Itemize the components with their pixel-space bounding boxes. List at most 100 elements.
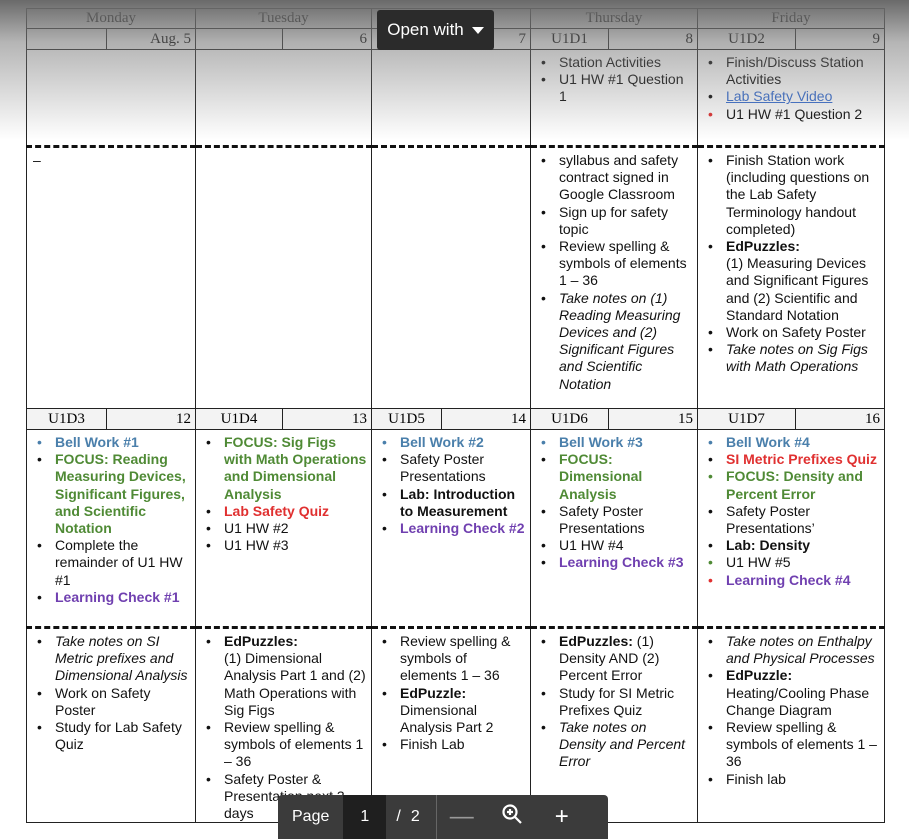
item-text: FOCUS: Dimensional Analysis (559, 451, 643, 502)
open-with-button[interactable]: Open with (377, 10, 494, 50)
unit-day-code: U1D1 (531, 29, 609, 49)
bullet-icon: • (37, 684, 42, 701)
day-cell: • Station Activities • U1 HW #1 Question 1 (530, 49, 698, 148)
list-item: • Complete the remainder of U1 HW #1 (33, 537, 191, 589)
list-item: • Take notes on Sig Figs with Math Operat… (704, 341, 880, 375)
list-item: • Work on Safety Poster (704, 324, 880, 341)
date-number: 8 (685, 31, 694, 47)
item-text: Learning Check #2 (400, 520, 525, 537)
page-number-input[interactable]: 1 (343, 795, 387, 839)
item-link[interactable]: Lab Safety Video (726, 88, 832, 104)
bullet-icon: • (708, 633, 713, 649)
item-text: Dimensional Analysis Part 2 (400, 701, 494, 736)
day-cell: • syllabus and safety contract signed in … (530, 146, 698, 409)
list-item: • Work on Safety Poster (33, 685, 191, 719)
item-text: Finish/Discuss Station Activities (726, 54, 864, 88)
day-cell (26, 49, 196, 148)
item-text: syllabus and safety contract signed in G… (559, 152, 679, 203)
bullet-icon: • (37, 633, 42, 649)
item-text: Take notes on Sig Figs with Math Operati… (726, 341, 868, 375)
bullet-icon: • (541, 451, 546, 468)
calendar-table: MondayTuesdayWednesdayThursdayFridayAug.… (26, 8, 885, 824)
day-cell: • Bell Work #3 • FOCUS: Dimensional Analysi… (530, 429, 698, 629)
bullet-icon: • (708, 502, 713, 519)
item-text: FOCUS: Sig Figs with Math Operations and… (224, 434, 367, 502)
item-text: U1 HW #2 (224, 520, 289, 537)
item-text: Study for SI Metric Prefixes Quiz (559, 684, 675, 718)
item-text: Take notes on Enthalpy and Physical Proc… (726, 633, 875, 667)
day-cell: • Take notes on Enthalpy and Physical Pro… (697, 626, 885, 824)
list-item: • EdPuzzle: Dimensional Analysis Part 2 (378, 685, 526, 737)
day-cell (195, 146, 372, 409)
bullet-icon: • (708, 554, 713, 571)
item-label: EdPuzzles: (726, 238, 800, 255)
item-text: Review spelling & symbols of elements 1 … (559, 238, 687, 289)
list-item: • Review spelling & symbols of elements 1… (378, 633, 526, 685)
unit-day-code: U1D3 (27, 409, 107, 429)
item-text: Bell Work #2 (400, 434, 484, 450)
item-text: Heating/Cooling Phase Change Diagram (726, 684, 870, 718)
bullet-icon: • (708, 54, 713, 70)
list-item: • Study for Lab Safety Quiz (33, 719, 191, 753)
bullet-icon: • (708, 451, 713, 468)
item-text: Take notes on Density and Percent Error (559, 719, 686, 770)
date-number: 9 (872, 31, 881, 47)
day-cell: • Finish/Discuss Station Activities • Lab S… (697, 49, 885, 148)
unit-day-code: U1D6 (531, 409, 609, 429)
list-item: • Learning Check #4 (704, 572, 880, 589)
date-cell: 6 (195, 28, 372, 50)
list-item: • U1 HW #1 Question 2 (704, 106, 880, 123)
item-text: Review spelling & symbols of elements 1 … (726, 719, 877, 770)
list-item: • Review spelling & symbols of elements 1… (704, 719, 880, 771)
item-text: U1 HW #1 Question 2 (726, 105, 863, 122)
item-text: Safety Poster Presentations (559, 502, 645, 537)
bullet-icon: • (708, 719, 713, 736)
bullet-icon: • (708, 88, 713, 105)
list-item: • Bell Work #3 (537, 434, 693, 451)
bullet-icon: • (708, 434, 713, 450)
item-text: Lab: Density (726, 537, 811, 554)
day-cell: • Review spelling & symbols of elements 1… (371, 626, 531, 824)
item-text: Review spelling & symbols of elements 1 … (224, 719, 364, 770)
unit-day-code: U1D2 (698, 29, 796, 49)
item-text: Bell Work #3 (559, 434, 643, 450)
list-item: • Bell Work #1 (33, 434, 191, 451)
day-cell (195, 49, 372, 148)
bullet-icon: • (206, 770, 211, 787)
item-text: Finish lab (726, 770, 786, 787)
bullet-icon: • (708, 341, 713, 358)
date-cell: U1D1 8 (530, 28, 698, 50)
list-item: • U1 HW #1 Question 1 (537, 71, 693, 105)
list-item: • Finish lab (704, 771, 880, 788)
list-item: • Lab Safety Quiz (202, 503, 367, 520)
date-cell: Aug. 5 (26, 28, 196, 50)
item-text: Finish Lab (400, 736, 465, 753)
bullet-icon: • (541, 289, 546, 306)
list-item: • Lab: Density (704, 537, 880, 554)
bullet-icon: • (541, 537, 546, 554)
zoom-icon[interactable] (487, 803, 537, 832)
item-text: (1) Dimensional Analysis Part 1 and (2) … (224, 650, 366, 718)
day-cell (371, 49, 531, 148)
zoom-out-button[interactable]: — (437, 803, 487, 831)
item-text: (1) Measuring Devices and Significant Fi… (726, 255, 869, 323)
list-item: • U1 HW #3 (202, 537, 367, 554)
list-item: • Review spelling & symbols of elements 1… (537, 238, 693, 290)
date-number: Aug. 5 (150, 31, 191, 47)
zoom-in-button[interactable]: + (537, 803, 587, 831)
date-cell: U1D5 14 (371, 408, 531, 430)
list-item: • EdPuzzles: (1) Dimensional Analysis Par… (202, 633, 367, 719)
bullet-icon: • (708, 770, 713, 787)
date-number: 12 (176, 411, 191, 427)
item-text: U1 HW #1 Question 1 (559, 71, 684, 105)
bullet-icon: • (708, 238, 713, 255)
item-text: Learning Check #3 (559, 554, 684, 571)
day-header: Thursday (530, 8, 698, 29)
item-text: U1 HW #5 (726, 554, 791, 571)
bullet-icon: • (382, 451, 387, 468)
day-cell: – (26, 146, 196, 409)
item-text: Work on Safety Poster (55, 684, 151, 718)
list-item: • syllabus and safety contract signed in … (537, 152, 693, 204)
item-text: Review spelling & symbols of elements 1 … (400, 633, 511, 684)
bullet-icon: • (708, 105, 713, 122)
